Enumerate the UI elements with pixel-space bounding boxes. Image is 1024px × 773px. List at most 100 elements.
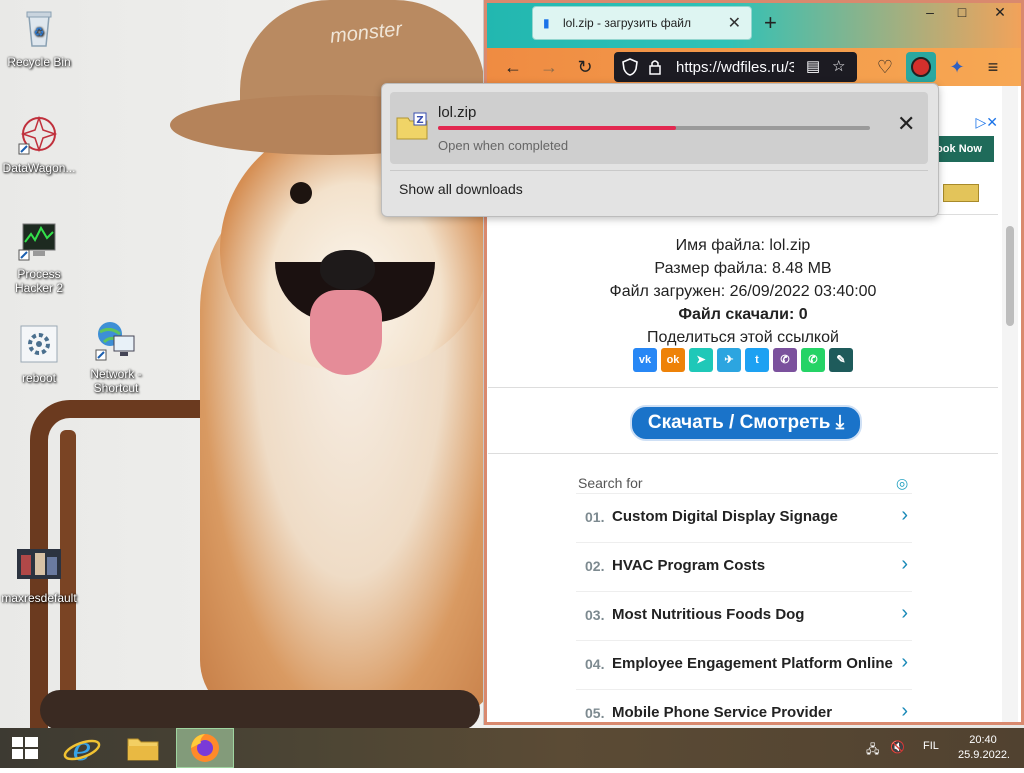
chevron-right-icon: ›: [901, 700, 908, 722]
menu-hamburger-icon[interactable]: ≡: [982, 56, 1004, 78]
eye-icon[interactable]: ◎: [896, 475, 908, 492]
taskbar-file-explorer[interactable]: [114, 728, 172, 768]
svg-text:Z: Z: [416, 115, 423, 126]
desktop-icon-reboot[interactable]: reboot: [1, 322, 77, 385]
language-indicator[interactable]: FIL: [923, 740, 939, 752]
livejournal-share-icon[interactable]: ✎: [829, 348, 853, 372]
vk-share-icon[interactable]: vk: [633, 348, 657, 372]
url-bar[interactable]: https://wdfiles.ru/3c ▤ ☆: [614, 52, 857, 82]
network-icon: [95, 322, 135, 361]
chair-seat: [40, 690, 480, 728]
lock-icon[interactable]: [648, 58, 662, 76]
process-hacker-icon: [18, 223, 56, 261]
result-number: 03.: [585, 607, 605, 623]
shield-icon[interactable]: [622, 58, 638, 76]
reload-icon[interactable]: ↻: [574, 56, 596, 78]
ad-close-icon[interactable]: ▷✕: [976, 114, 999, 131]
downloads-count-line: Файл скачали: 0: [678, 306, 808, 323]
file-name-line: Имя файла: lol.zip: [675, 237, 811, 254]
result-text: Employee Engagement Platform Online: [612, 655, 893, 672]
maximize-button[interactable]: □: [946, 2, 978, 24]
back-icon[interactable]: ←: [502, 56, 524, 78]
uploaded-line: Файл загружен: 26/09/2022 03:40:00: [609, 283, 877, 300]
search-result-5[interactable]: 05. Mobile Phone Service Provider ›: [576, 689, 912, 722]
download-status: Open when completed: [438, 138, 569, 153]
chevron-right-icon: ›: [901, 553, 908, 575]
twitter-share-icon[interactable]: t: [745, 348, 769, 372]
desktop-icon-network-shortcut[interactable]: Network - Shortcut: [78, 318, 154, 395]
download-progress-fill: [438, 126, 676, 130]
dog-eye-left: [290, 182, 312, 204]
telegram-share-icon[interactable]: ✈: [717, 348, 741, 372]
desktop-icon-recycle-bin[interactable]: ♻ Recycle Bin: [1, 6, 77, 69]
windows-logo-icon: [12, 737, 38, 759]
chevron-right-icon: ›: [901, 602, 908, 624]
search-result-4[interactable]: 04. Employee Engagement Platform Online …: [576, 640, 912, 689]
result-text: Most Nutritious Foods Dog: [612, 606, 805, 623]
svg-text:e: e: [73, 730, 92, 768]
search-result-3[interactable]: 03. Most Nutritious Foods Dog ›: [576, 591, 912, 640]
taskbar-firefox[interactable]: [176, 728, 234, 768]
result-number: 05.: [585, 705, 605, 721]
scrollbar-thumb[interactable]: [1006, 226, 1014, 326]
internet-explorer-icon: e: [63, 730, 101, 768]
download-item[interactable]: Z lol.zip Open when completed ✕: [390, 92, 928, 164]
search-result-2[interactable]: 02. HVAC Program Costs ›: [576, 542, 912, 591]
search-heading: Search for: [578, 475, 643, 491]
extension-puzzle-icon[interactable]: ✦: [946, 56, 968, 78]
taskbar-internet-explorer[interactable]: e: [54, 728, 112, 768]
desktop-icon-process-hacker[interactable]: Process Hacker 2: [1, 218, 77, 295]
downloads-panel: Z lol.zip Open when completed ✕ Show all…: [381, 83, 939, 217]
viber-share-icon[interactable]: ✆: [773, 348, 797, 372]
forward-icon[interactable]: →: [538, 56, 560, 78]
tab-close-icon[interactable]: ✕: [728, 13, 741, 33]
tab-lol-zip[interactable]: ▮ lol.zip - загрузить файл ✕: [532, 6, 752, 40]
cancel-download-icon[interactable]: ✕: [897, 112, 915, 136]
volume-muted-icon[interactable]: 🔇: [890, 740, 905, 754]
close-button[interactable]: ✕: [984, 2, 1016, 24]
result-number: 04.: [585, 656, 605, 672]
desktop-icon-datawagon[interactable]: DataWagon...: [1, 112, 77, 175]
ok-share-icon[interactable]: ok: [661, 348, 685, 372]
firefox-icon: [191, 734, 219, 762]
new-tab-icon[interactable]: +: [764, 10, 777, 36]
search-result-1[interactable]: 01. Custom Digital Display Signage ›: [576, 493, 912, 542]
dog-nose: [320, 250, 375, 290]
divider: [488, 453, 998, 454]
bookmark-star-icon[interactable]: ☆: [832, 58, 845, 76]
file-size-line: Размер файла: 8.48 MB: [654, 260, 832, 277]
file-info: Имя файла: lol.zip Размер файла: 8.48 MB…: [488, 234, 998, 349]
minimize-button[interactable]: –: [914, 2, 946, 24]
reader-view-icon[interactable]: ▤: [806, 58, 820, 76]
network-tray-icon[interactable]: 🖧: [866, 740, 879, 761]
result-text: Mobile Phone Service Provider: [612, 704, 833, 721]
start-button[interactable]: [0, 728, 50, 768]
taskbar: e 🖧 🔇 FIL 20:40 25.9.2022.: [0, 728, 1024, 768]
url-text[interactable]: https://wdfiles.ru/3c: [676, 59, 794, 76]
system-clock[interactable]: 20:40 25.9.2022.: [958, 733, 1010, 763]
page-scrollbar[interactable]: [1002, 86, 1018, 722]
recycle-bin-icon: ♻: [26, 11, 52, 47]
divider: [488, 387, 998, 388]
whatsapp-share-icon[interactable]: ✆: [801, 348, 825, 372]
clock-time: 20:40: [969, 734, 997, 746]
chevron-right-icon: ›: [901, 504, 908, 526]
gear-icon: [20, 325, 58, 363]
svg-text:♻: ♻: [34, 25, 45, 39]
share-label: Поделиться этой ссылкой: [647, 329, 839, 346]
extension-circle-icon: [911, 57, 931, 77]
extension-button[interactable]: [906, 52, 936, 82]
navigation-toolbar: ← → ↻ https://wdfiles.ru/3c ▤ ☆ ♡ ✦ ≡: [484, 48, 1024, 86]
download-icon: ⤓: [835, 412, 845, 433]
pocket-icon[interactable]: ♡: [874, 56, 896, 78]
desktop-icon-maxresdefault[interactable]: maxresdefault: [1, 542, 77, 605]
favicon-icon: ▮: [543, 16, 550, 30]
browser-titlebar: ▮ lol.zip - загрузить файл ✕ + – □ ✕: [484, 0, 1024, 48]
image-thumbnail-icon: [17, 549, 61, 579]
result-number: 01.: [585, 509, 605, 525]
messenger-share-icon[interactable]: ➤: [689, 348, 713, 372]
show-all-downloads-button[interactable]: Show all downloads: [399, 181, 523, 197]
download-watch-button[interactable]: Скачать / Смотреть ⤓: [630, 405, 862, 441]
tab-title: lol.zip - загрузить файл: [563, 16, 691, 30]
result-text: HVAC Program Costs: [612, 557, 766, 574]
